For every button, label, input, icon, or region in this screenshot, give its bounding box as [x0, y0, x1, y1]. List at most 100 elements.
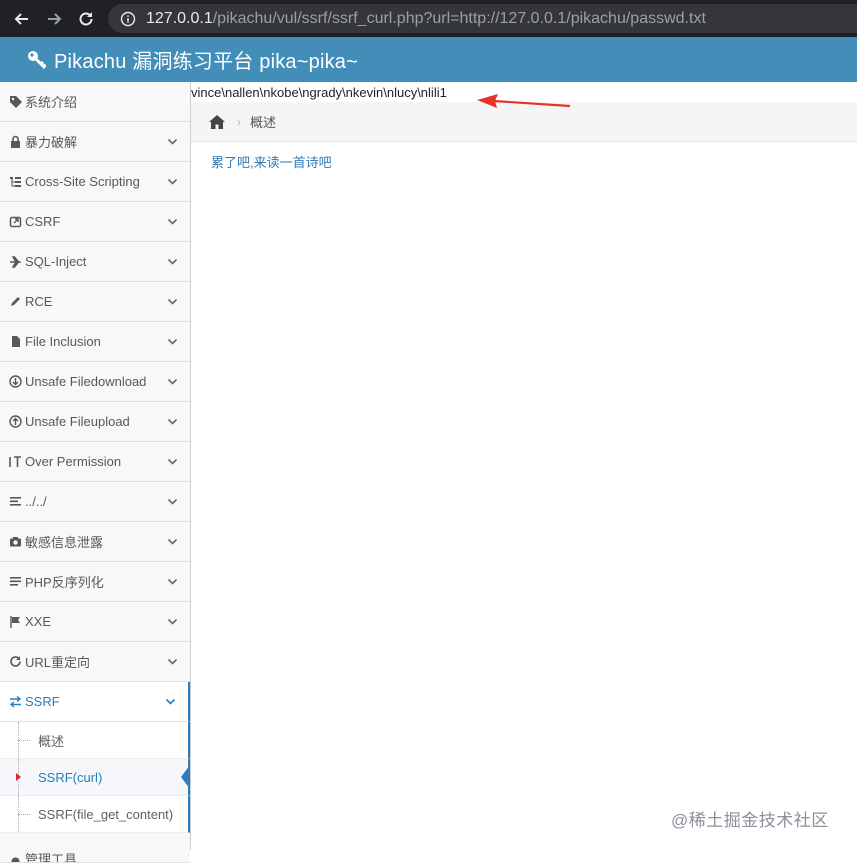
upload-icon — [7, 415, 23, 428]
share-icon — [7, 215, 23, 228]
pencil-icon — [7, 295, 23, 308]
back-button[interactable] — [8, 5, 36, 33]
sidebar-item-label: 系统介绍 — [25, 92, 77, 111]
chevron-down-icon — [167, 416, 178, 427]
sidebar-item-xxe[interactable]: XXE — [0, 602, 190, 642]
chevron-down-icon — [167, 456, 178, 467]
sidebar-subitem-ssrf-file-get-content[interactable]: SSRF(file_get_content) — [0, 796, 190, 833]
url-text: 127.0.0.1/pikachu/vul/ssrf/ssrf_curl.php… — [146, 10, 706, 28]
tree-branch — [18, 740, 30, 741]
tree-branch — [18, 814, 30, 815]
chevron-down-icon — [165, 696, 176, 707]
sidebar-item-ssrf[interactable]: SSRF — [0, 682, 190, 722]
sidebar-item-label: Unsafe Fileupload — [25, 414, 130, 429]
gear-icon — [7, 855, 23, 863]
sidebar-item-unsafe-fileupload[interactable]: Unsafe Fileupload — [0, 402, 190, 442]
download-icon — [7, 375, 23, 388]
chevron-down-icon — [167, 656, 178, 667]
sidebar-item-admin-tools[interactable]: 管理工具 — [0, 833, 190, 863]
list-icon — [7, 495, 23, 508]
poem-link[interactable]: 累了吧,来读一首诗吧 — [211, 152, 332, 171]
chevron-down-icon — [167, 336, 178, 347]
sidebar-item-unsafe-filedownload[interactable]: Unsafe Filedownload — [0, 362, 190, 402]
sidebar-item-cross-site-scripting[interactable]: Cross-Site Scripting — [0, 162, 190, 202]
chevron-down-icon — [167, 496, 178, 507]
home-icon[interactable] — [208, 114, 226, 130]
sidebar-item-label: XXE — [25, 614, 51, 629]
main-content: vince\nallen\nkobe\ngrady\nkevin\nlucy\n… — [191, 82, 857, 850]
breadcrumb-separator: › — [237, 115, 241, 129]
sidebar: 系统介绍暴力破解 Cross-Site Scripting CSRF SQL-Inje… — [0, 82, 191, 850]
sidebar-item-label: File Inclusion — [25, 334, 101, 349]
plane-icon — [7, 255, 23, 268]
browser-toolbar: 127.0.0.1/pikachu/vul/ssrf/ssrf_curl.php… — [0, 0, 857, 37]
reload-icon — [77, 10, 95, 28]
refresh-icon — [7, 655, 23, 668]
sidebar-item-item-1[interactable]: 暴力破解 — [0, 122, 190, 162]
sidebar-subitem-overview[interactable]: 概述 — [0, 722, 190, 759]
align-icon — [7, 575, 23, 588]
sidebar-menu: 系统介绍暴力破解 Cross-Site Scripting CSRF SQL-Inje… — [0, 82, 190, 722]
subitem-label: SSRF(curl) — [38, 770, 102, 785]
forward-button[interactable] — [40, 5, 68, 33]
chevron-down-icon — [167, 376, 178, 387]
sidebar-item-item-11[interactable]: 敏感信息泄露 — [0, 522, 190, 562]
flag-icon — [7, 615, 23, 628]
breadcrumb-current: 概述 — [250, 112, 276, 131]
chevron-down-icon — [167, 576, 178, 587]
key-icon — [26, 49, 48, 71]
annotation-arrow-icon — [476, 92, 572, 112]
sitemap-icon — [7, 175, 23, 188]
chevron-down-icon — [167, 176, 178, 187]
sidebar-item-label: CSRF — [25, 214, 60, 229]
chevron-down-icon — [167, 216, 178, 227]
caret-right-icon — [16, 773, 21, 781]
back-arrow-icon — [13, 10, 31, 28]
sidebar-item-label: 敏感信息泄露 — [25, 532, 103, 551]
sidebar-item-label: Unsafe Filedownload — [25, 374, 146, 389]
file-icon — [7, 335, 23, 348]
sidebar-item-url[interactable]: URL重定向 — [0, 642, 190, 682]
sidebar-item-rce[interactable]: RCE — [0, 282, 190, 322]
sidebar-item-item-0[interactable]: 系统介绍 — [0, 82, 190, 122]
sidebar-item-label: 暴力破解 — [25, 132, 77, 151]
sidebar-item-label: ../../ — [25, 494, 47, 509]
app-header: Pikachu 漏洞练习平台 pika~pika~ — [0, 37, 857, 82]
sidebar-item-item-10[interactable]: ../../ — [0, 482, 190, 522]
address-bar[interactable]: 127.0.0.1/pikachu/vul/ssrf/ssrf_curl.php… — [108, 4, 857, 33]
sidebar-item-label: PHP反序列化 — [25, 572, 104, 591]
app-title: Pikachu 漏洞练习平台 pika~pika~ — [54, 45, 358, 74]
subitem-label: SSRF(file_get_content) — [38, 807, 173, 822]
sidebar-item-label: Over Permission — [25, 454, 121, 469]
sidebar-subitem-ssrf-curl[interactable]: SSRF(curl) — [0, 759, 190, 796]
sidebar-item-php[interactable]: PHP反序列化 — [0, 562, 190, 602]
chevron-down-icon — [167, 616, 178, 627]
sidebar-item-csrf[interactable]: CSRF — [0, 202, 190, 242]
url-host: 127.0.0.1 — [146, 10, 213, 27]
sidebar-item-file-inclusion[interactable]: File Inclusion — [0, 322, 190, 362]
chevron-down-icon — [167, 256, 178, 267]
curl-output-text: vince\nallen\nkobe\ngrady\nkevin\nlucy\n… — [191, 85, 447, 100]
forward-arrow-icon — [45, 10, 63, 28]
chevron-down-icon — [167, 136, 178, 147]
text-height-icon — [7, 455, 23, 468]
chevron-down-icon — [167, 536, 178, 547]
url-path: /pikachu/vul/ssrf/ssrf_curl.php?url=http… — [213, 10, 706, 27]
chevron-down-icon — [167, 296, 178, 307]
ssrf-submenu: 概述 SSRF(curl) SSRF(file_get_content) — [0, 722, 190, 833]
reload-button[interactable] — [72, 5, 100, 33]
sidebar-item-label: Cross-Site Scripting — [25, 174, 140, 189]
info-icon[interactable] — [120, 11, 136, 27]
camera-icon — [7, 535, 23, 548]
sidebar-item-label: SSRF — [25, 694, 60, 709]
sidebar-item-label: URL重定向 — [25, 652, 90, 671]
sidebar-item-sql-inject[interactable]: SQL-Inject — [0, 242, 190, 282]
exchange-icon — [7, 695, 23, 708]
active-pointer — [181, 765, 190, 789]
subitem-label: 概述 — [38, 731, 64, 750]
sidebar-item-over-permission[interactable]: Over Permission — [0, 442, 190, 482]
sidebar-item-label: RCE — [25, 294, 52, 309]
tag-icon — [7, 95, 23, 108]
sidebar-item-label: 管理工具 — [25, 849, 77, 863]
lock-icon — [7, 135, 23, 148]
